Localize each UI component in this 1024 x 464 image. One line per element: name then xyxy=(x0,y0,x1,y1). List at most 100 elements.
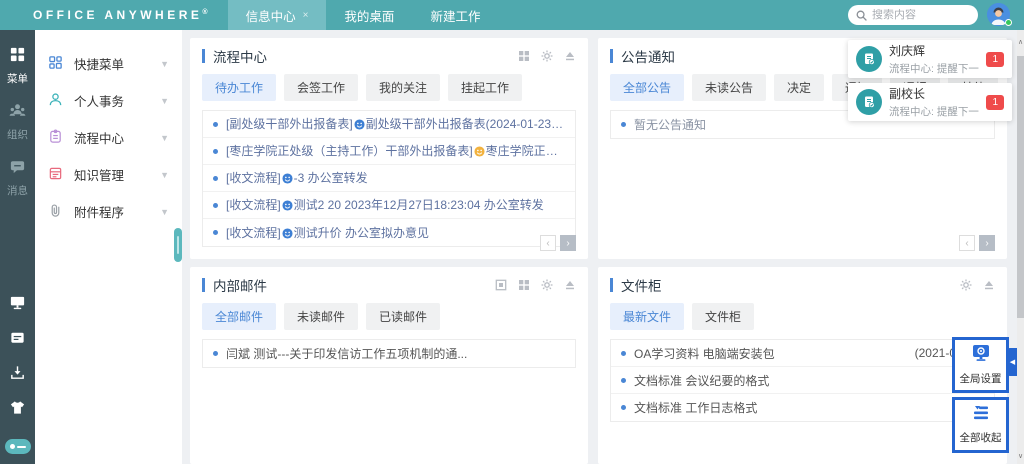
sidebar-item-process-center[interactable]: 流程中心 ▼ xyxy=(35,119,182,156)
chevron-down-icon: ▼ xyxy=(160,170,169,180)
compose-icon[interactable] xyxy=(495,279,507,291)
bullet-icon xyxy=(621,122,626,127)
notification-popup[interactable]: 副校长 流程中心: 提醒下一步... 1 xyxy=(848,83,1012,121)
unread-count-badge: 1 xyxy=(986,52,1004,67)
sidebar-item-attachments[interactable]: 附件程序 ▼ xyxy=(35,193,182,230)
top-bar: OFFICE ANYWHERE® 信息中心 × 我的桌面 新建工作 xyxy=(0,0,1024,30)
vertical-scrollbar[interactable]: ∧ ∨ xyxy=(1017,30,1024,464)
panel-header-icons xyxy=(495,279,576,291)
gear-icon[interactable] xyxy=(960,279,972,291)
top-tab-bar: 信息中心 × 我的桌面 新建工作 xyxy=(228,0,499,30)
book-icon xyxy=(48,166,63,184)
close-icon[interactable]: × xyxy=(303,10,309,21)
list-item[interactable]: [收文流程]测试2 20 2023年12月27日18:23:04 办公室转发 xyxy=(203,192,575,219)
icon-rail: 菜单 组织 消息 xyxy=(0,30,35,464)
collapse-eject-icon[interactable] xyxy=(983,279,995,291)
list-item[interactable]: 文档标准 工作日志格式 (2019 xyxy=(611,394,994,421)
app-logo: OFFICE ANYWHERE® xyxy=(33,8,208,22)
gear-icon[interactable] xyxy=(541,50,553,62)
sidebar-item-label: 附件程序 xyxy=(74,202,124,221)
sidebar-item-label: 个人事务 xyxy=(74,91,124,110)
process-doc-icon xyxy=(856,46,882,72)
tab-all-mail[interactable]: 全部邮件 xyxy=(202,303,276,330)
card-note-icon[interactable] xyxy=(9,329,26,351)
grid-layout-icon[interactable] xyxy=(518,279,530,291)
bullet-icon xyxy=(621,351,626,356)
rail-item-menu[interactable]: 菜单 xyxy=(7,46,28,86)
mail-list: 闫斌 测试---关于印发信访工作五项机制的通... xyxy=(202,339,576,368)
next-page-button[interactable]: › xyxy=(560,235,576,251)
notification-popup[interactable]: 刘庆辉 流程中心: 提醒下一步... 1 xyxy=(848,40,1012,78)
tab-all-announcements[interactable]: 全部公告 xyxy=(610,74,684,101)
panel-tabs: 待办工作 会签工作 我的关注 挂起工作 xyxy=(202,74,576,101)
tab-new-work[interactable]: 新建工作 xyxy=(412,0,498,30)
list-item[interactable]: [收文流程]测试升价 办公室拟办意见 xyxy=(203,219,575,246)
scroll-down-arrow[interactable]: ∨ xyxy=(1017,452,1024,460)
settings-monitor-icon xyxy=(971,344,991,367)
accent-bar xyxy=(610,278,613,292)
blue-smiley-icon xyxy=(282,173,293,187)
bullet-icon xyxy=(621,405,626,410)
clipboard-icon xyxy=(48,129,63,147)
tab-todo-work[interactable]: 待办工作 xyxy=(202,74,276,101)
list-item[interactable]: OA学习资料 电脑端安装包 (2021-09-06) xyxy=(611,340,994,367)
panel-header: 文件柜 xyxy=(610,276,995,294)
chevron-down-icon: ▼ xyxy=(160,207,169,217)
rail-label: 消息 xyxy=(7,183,28,198)
rail-item-organization[interactable]: 组织 xyxy=(7,102,28,142)
tab-my-follow[interactable]: 我的关注 xyxy=(366,74,440,101)
tab-decisions[interactable]: 决定 xyxy=(774,74,824,101)
panel-header-icons xyxy=(518,50,576,62)
rail-label: 组织 xyxy=(7,127,28,142)
tab-file-cabinet[interactable]: 文件柜 xyxy=(692,303,754,330)
quick-menu-grid-icon xyxy=(48,55,63,73)
scrollbar-thumb[interactable] xyxy=(1017,56,1024,318)
grid-layout-icon[interactable] xyxy=(518,50,530,62)
prev-page-button[interactable]: ‹ xyxy=(540,235,556,251)
list-item[interactable]: [收文流程]-3 办公室转发 xyxy=(203,165,575,192)
tab-my-desktop[interactable]: 我的桌面 xyxy=(326,0,412,30)
tab-suspended-work[interactable]: 挂起工作 xyxy=(448,74,522,101)
collapse-all-button[interactable]: 全部收起 xyxy=(952,397,1009,453)
tab-read-mail[interactable]: 已读邮件 xyxy=(366,303,440,330)
pagination: ‹ › xyxy=(959,235,995,251)
sidebar-item-quick-menu[interactable]: 快捷菜单 ▼ xyxy=(35,45,182,82)
sidebar-item-knowledge-management[interactable]: 知识管理 ▼ xyxy=(35,156,182,193)
chevron-down-icon: ▼ xyxy=(160,96,169,106)
tab-unread-mail[interactable]: 未读邮件 xyxy=(284,303,358,330)
tab-latest-files[interactable]: 最新文件 xyxy=(610,303,684,330)
theme-shirt-icon[interactable] xyxy=(9,399,26,421)
rail-item-message[interactable]: 消息 xyxy=(7,158,28,198)
panel-expand-handle[interactable]: ◀ xyxy=(1008,348,1017,376)
accent-bar xyxy=(202,49,205,63)
sidebar-item-label: 快捷菜单 xyxy=(74,54,124,73)
monitor-icon[interactable] xyxy=(9,294,26,316)
download-icon[interactable] xyxy=(9,364,26,386)
sidebar-item-label: 流程中心 xyxy=(74,128,124,147)
online-status-dot xyxy=(1005,19,1012,26)
collapse-eject-icon[interactable] xyxy=(564,50,576,62)
list-item[interactable]: [副处级干部外出报备表]副处级干部外出报备表(2024-01-23 09:55:… xyxy=(203,111,575,138)
scroll-up-arrow[interactable]: ∧ xyxy=(1017,38,1024,46)
list-item[interactable]: 闫斌 测试---关于印发信访工作五项机制的通... xyxy=(203,340,575,367)
search-input[interactable] xyxy=(872,9,970,21)
person-icon xyxy=(48,92,63,110)
list-item[interactable]: 文档标准 会议纪要的格式 (2019 xyxy=(611,367,994,394)
sidebar-item-label: 知识管理 xyxy=(74,165,124,184)
blue-smiley-icon xyxy=(354,119,365,133)
gear-icon[interactable] xyxy=(541,279,553,291)
tab-unread-announcements[interactable]: 未读公告 xyxy=(692,74,766,101)
tab-label: 信息中心 xyxy=(246,6,296,25)
chevron-down-icon: ▼ xyxy=(160,133,169,143)
rail-collapse-pill[interactable] xyxy=(5,439,31,454)
tab-countersign-work[interactable]: 会签工作 xyxy=(284,74,358,101)
collapse-eject-icon[interactable] xyxy=(564,279,576,291)
sidebar-collapse-handle[interactable] xyxy=(174,228,182,262)
list-item[interactable]: [枣庄学院正处级（主持工作）干部外出报备表]枣庄学院正处级（主持工作）干... xyxy=(203,138,575,165)
search-box[interactable] xyxy=(848,5,978,25)
sidebar-item-personal-affairs[interactable]: 个人事务 ▼ xyxy=(35,82,182,119)
tab-info-center[interactable]: 信息中心 × xyxy=(228,0,327,30)
prev-page-button[interactable]: ‹ xyxy=(959,235,975,251)
global-settings-button[interactable]: 全局设置 xyxy=(952,337,1009,393)
next-page-button[interactable]: › xyxy=(979,235,995,251)
